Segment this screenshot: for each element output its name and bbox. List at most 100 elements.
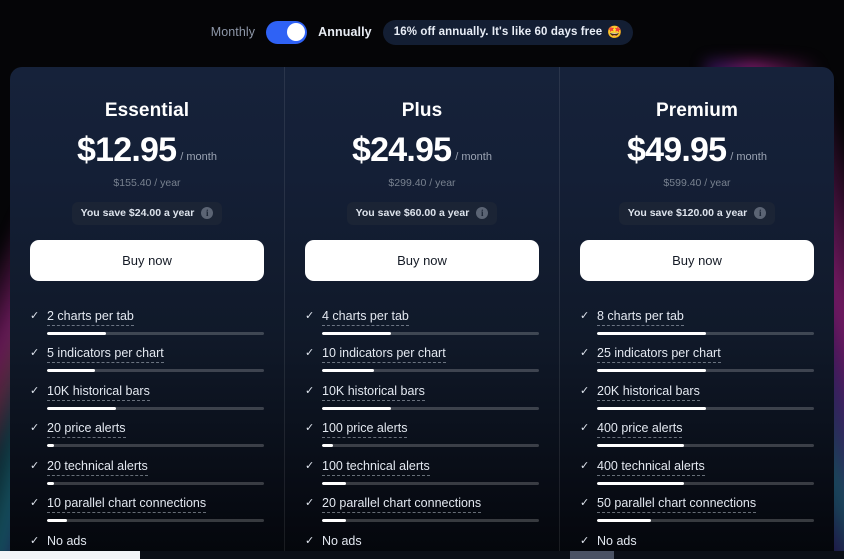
- feature-item: ✓ 400 price alerts: [580, 421, 814, 447]
- feature-progress-fill: [322, 406, 392, 410]
- feature-label[interactable]: 20 technical alerts: [47, 459, 148, 476]
- feature-progress-bar: [597, 331, 814, 335]
- scrollbar-thumb-secondary[interactable]: [570, 551, 614, 559]
- plan-savings-text: You save $120.00 a year: [627, 207, 748, 219]
- feature-progress-fill: [597, 444, 684, 447]
- scrollbar-thumb-primary[interactable]: [0, 551, 140, 559]
- feature-item: ✓ 4 charts per tab: [305, 309, 539, 335]
- feature-item: ✓ 10K historical bars: [305, 384, 539, 410]
- feature-progress-bar: [597, 481, 814, 485]
- plan-price-row: $24.95 / month: [305, 133, 539, 167]
- buy-now-button[interactable]: Buy now: [30, 240, 264, 281]
- plan-price-period: / month: [180, 151, 217, 163]
- info-icon[interactable]: i: [476, 207, 489, 219]
- feature-item: ✓ No ads: [305, 534, 539, 548]
- plan-feature-list: ✓ 4 charts per tab ✓ 10 indicators per c…: [305, 309, 539, 559]
- billing-toggle-bar: Monthly Annually 16% off annually. It's …: [0, 0, 844, 64]
- plan-savings-row: You save $24.00 a year i: [30, 202, 264, 225]
- feature-label[interactable]: 2 charts per tab: [47, 309, 134, 326]
- feature-progress-fill: [322, 369, 375, 372]
- plan-price-row: $12.95 / month: [30, 133, 264, 167]
- plan-name: Premium: [655, 100, 738, 121]
- plan-feature-list: ✓ 8 charts per tab ✓ 25 indicators per c…: [580, 309, 814, 559]
- feature-label[interactable]: 5 indicators per chart: [47, 346, 164, 363]
- feature-progress-fill: [322, 444, 333, 447]
- buy-now-button[interactable]: Buy now: [580, 240, 814, 281]
- feature-item: ✓ 400 technical alerts: [580, 459, 814, 485]
- feature-item: ✓ 8 charts per tab: [580, 309, 814, 335]
- check-icon: ✓: [305, 497, 315, 509]
- feature-progress-fill: [47, 481, 54, 485]
- plan-savings-pill: You save $24.00 a year i: [71, 202, 223, 225]
- check-icon: ✓: [305, 459, 315, 472]
- feature-progress-fill: [47, 369, 95, 372]
- feature-label: No ads: [47, 533, 87, 548]
- feature-progress-bar: [322, 519, 539, 522]
- plan-savings-text: You save $60.00 a year: [355, 207, 470, 219]
- feature-progress-bar: [47, 444, 264, 447]
- plan-name: Plus: [401, 100, 443, 121]
- billing-annually-label[interactable]: Annually: [318, 25, 372, 39]
- info-icon[interactable]: i: [754, 207, 767, 219]
- feature-label[interactable]: 400 technical alerts: [597, 459, 705, 476]
- check-icon: ✓: [30, 497, 40, 509]
- buy-now-button[interactable]: Buy now: [305, 240, 539, 281]
- info-icon[interactable]: i: [201, 207, 214, 219]
- feature-label[interactable]: 8 charts per tab: [597, 309, 684, 326]
- check-icon: ✓: [305, 422, 315, 434]
- feature-label[interactable]: 50 parallel chart connections: [597, 496, 757, 513]
- feature-label[interactable]: 4 charts per tab: [322, 309, 409, 326]
- feature-progress-bar: [322, 481, 539, 485]
- feature-progress-fill: [322, 331, 392, 335]
- check-icon: ✓: [580, 347, 590, 359]
- feature-progress-fill: [597, 519, 652, 522]
- plan-price: $24.95: [352, 131, 452, 169]
- feature-item: ✓ 5 indicators per chart: [30, 346, 264, 372]
- check-icon: ✓: [305, 534, 315, 547]
- feature-label[interactable]: 100 technical alerts: [322, 459, 430, 476]
- feature-item: ✓ No ads: [580, 534, 814, 548]
- feature-label[interactable]: 25 indicators per chart: [597, 346, 721, 363]
- feature-label[interactable]: 20 parallel chart connections: [322, 496, 482, 513]
- feature-progress-fill: [47, 331, 106, 335]
- feature-progress-bar: [597, 406, 814, 410]
- feature-label[interactable]: 20K historical bars: [597, 384, 700, 401]
- feature-progress-fill: [322, 519, 346, 522]
- feature-label[interactable]: 10K historical bars: [47, 384, 150, 401]
- feature-item: ✓ 100 price alerts: [305, 421, 539, 447]
- check-icon: ✓: [580, 459, 590, 472]
- feature-progress-bar: [322, 406, 539, 410]
- check-icon: ✓: [30, 534, 40, 547]
- plan-card-premium: Premium $49.95 / month $599.40 / year Yo…: [559, 67, 834, 559]
- feature-item: ✓ 10 indicators per chart: [305, 346, 539, 372]
- annual-discount-badge: 16% off annually. It's like 60 days free…: [382, 19, 634, 45]
- feature-progress-fill: [47, 444, 54, 447]
- check-icon: ✓: [580, 497, 590, 509]
- feature-progress-bar: [47, 331, 264, 335]
- plan-savings-pill: You save $60.00 a year i: [346, 202, 498, 225]
- plan-yearly-price: $599.40 / year: [663, 177, 731, 189]
- feature-label[interactable]: 100 price alerts: [322, 421, 408, 438]
- feature-label[interactable]: 400 price alerts: [597, 421, 683, 438]
- plan-yearly-price: $299.40 / year: [388, 177, 456, 189]
- feature-label[interactable]: 10 parallel chart connections: [47, 496, 207, 513]
- feature-progress-fill: [597, 369, 706, 372]
- plan-savings-text: You save $24.00 a year: [80, 207, 195, 219]
- billing-monthly-label[interactable]: Monthly: [211, 25, 255, 39]
- feature-label[interactable]: 10 indicators per chart: [322, 346, 446, 363]
- star-struck-emoji-icon: 🤩: [607, 24, 623, 39]
- check-icon: ✓: [580, 534, 590, 547]
- feature-progress-fill: [597, 481, 684, 485]
- feature-item: ✓ 2 charts per tab: [30, 309, 264, 335]
- plan-savings-pill: You save $120.00 a year i: [618, 202, 776, 225]
- feature-label[interactable]: 10K historical bars: [322, 384, 425, 401]
- feature-progress-bar: [597, 369, 814, 372]
- feature-progress-bar: [322, 444, 539, 447]
- plan-cards-container: Essential $12.95 / month $155.40 / year …: [10, 67, 834, 559]
- horizontal-scrollbar[interactable]: [0, 551, 844, 559]
- feature-label[interactable]: 20 price alerts: [47, 421, 126, 438]
- plan-savings-row: You save $120.00 a year i: [580, 202, 814, 225]
- billing-period-switch[interactable]: [266, 20, 308, 44]
- feature-progress-fill: [47, 406, 117, 410]
- feature-progress-fill: [597, 406, 706, 410]
